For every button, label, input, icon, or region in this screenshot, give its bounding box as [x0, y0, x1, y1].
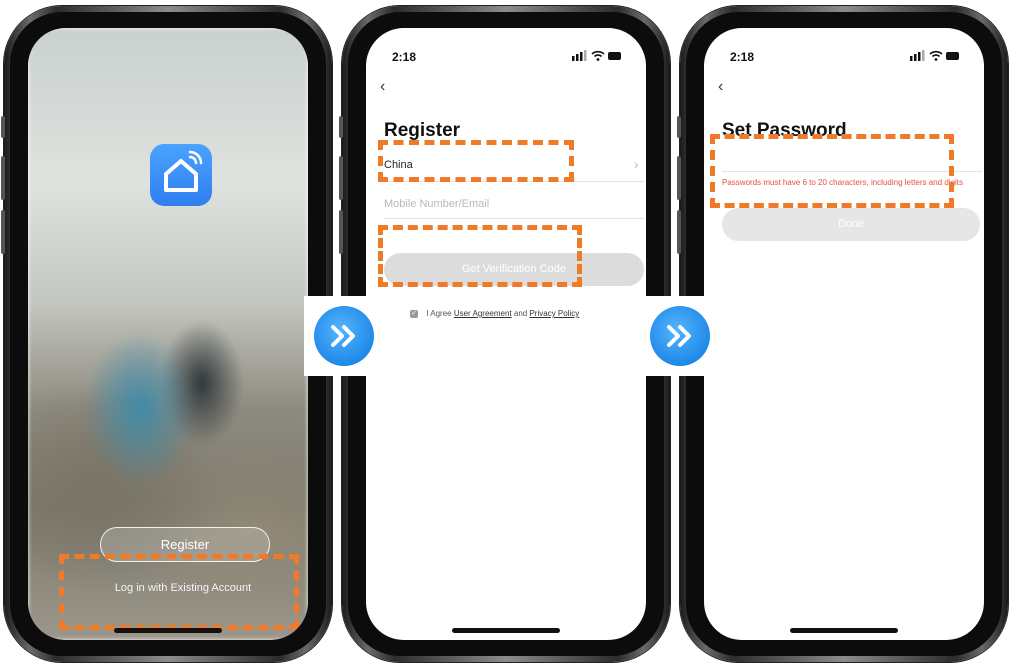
side-button: [677, 116, 681, 138]
side-button: [339, 156, 343, 200]
next-step-arrow: [304, 296, 384, 376]
divider: [384, 218, 644, 219]
home-indicator: [790, 628, 898, 633]
house-icon: [164, 150, 203, 192]
and-text: and: [513, 309, 528, 318]
back-chevron-icon[interactable]: ‹: [380, 78, 385, 96]
user-agreement-link[interactable]: User Agreement: [454, 309, 512, 318]
status-icons: [572, 50, 621, 61]
status-time: 2:18: [730, 50, 755, 64]
done-button[interactable]: Done: [722, 208, 980, 241]
phone-mockup-set-password: 2:18 ‹ Set Password Passwords must have …: [677, 6, 1008, 662]
checkbox-checked-icon[interactable]: ✓: [410, 309, 418, 318]
side-button: [677, 210, 681, 254]
smart-home-app-icon: [150, 144, 212, 206]
agreement-row: ✓ I Agree User Agreement and Privacy Pol…: [410, 309, 579, 318]
privacy-policy-link[interactable]: Privacy Policy: [529, 309, 579, 318]
phone-mockup-welcome: Register Log in with Existing Account: [1, 6, 332, 662]
side-button: [1, 210, 5, 254]
double-chevron-right-icon: [314, 306, 374, 366]
side-button: [1, 116, 5, 138]
home-indicator: [452, 628, 560, 633]
highlight-box-password: [710, 134, 954, 208]
next-step-arrow: [640, 296, 720, 376]
side-button: [677, 156, 681, 200]
register-screen: 2:18 ‹ Register China › Mobile Number/Em…: [366, 28, 646, 640]
page-title: Register: [384, 120, 461, 141]
status-time: 2:18: [392, 50, 417, 64]
highlight-box-country: [378, 140, 574, 182]
side-button: [339, 116, 343, 138]
agree-text: I Agree: [426, 309, 452, 318]
double-chevron-right-icon: [650, 306, 710, 366]
account-input[interactable]: Mobile Number/Email: [384, 198, 489, 210]
phone-mockup-register: 2:18 ‹ Register China › Mobile Number/Em…: [339, 6, 670, 662]
back-chevron-icon[interactable]: ‹: [718, 78, 723, 96]
home-indicator: [114, 628, 222, 633]
status-icons: [910, 50, 959, 61]
side-button: [1, 156, 5, 200]
chevron-right-icon: ›: [634, 156, 639, 172]
highlight-box-verification: [378, 225, 582, 287]
side-button: [339, 210, 343, 254]
highlight-box-login: [59, 554, 299, 630]
welcome-screen: Register Log in with Existing Account: [28, 28, 308, 640]
set-password-screen: 2:18 ‹ Set Password Passwords must have …: [704, 28, 984, 640]
